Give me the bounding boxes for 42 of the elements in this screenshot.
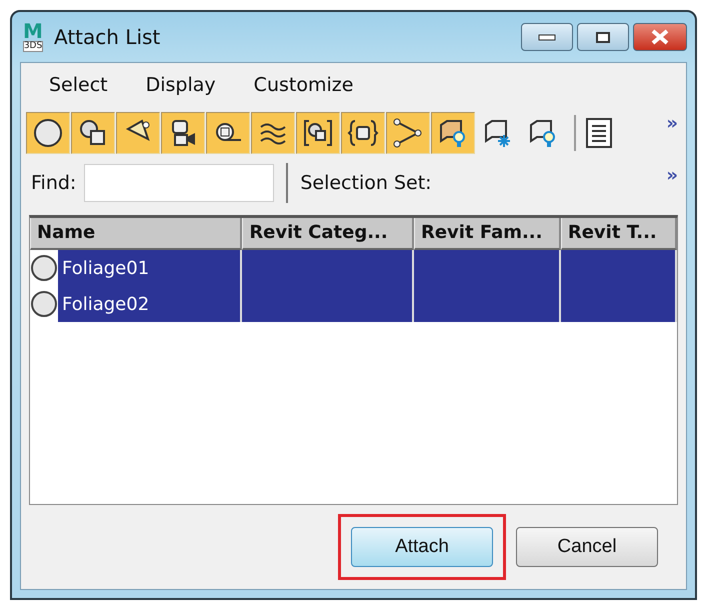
overflow-chevron[interactable]: »: [666, 165, 678, 186]
attach-button[interactable]: Attach: [351, 527, 493, 567]
filter-toggle-button[interactable]: [386, 112, 430, 154]
filter-toggle-button[interactable]: [251, 112, 295, 154]
table-cell[interactable]: [414, 250, 561, 286]
window-title: Attach List: [54, 25, 160, 49]
braces-icon: [347, 117, 379, 149]
filter-toggle-button[interactable]: [341, 112, 385, 154]
close-icon: [650, 29, 670, 45]
table-cell[interactable]: [414, 286, 561, 322]
sphere-icon: [30, 290, 58, 318]
menu-item[interactable]: Select: [49, 74, 108, 96]
find-label: Find:: [31, 172, 76, 194]
filter-toggle-button[interactable]: [161, 112, 205, 154]
document-lines-icon[interactable]: [585, 117, 613, 149]
table-cell[interactable]: [560, 286, 677, 322]
filter-toggle-button[interactable]: [116, 112, 160, 154]
find-field[interactable]: [84, 164, 274, 202]
branch-icon: [392, 117, 424, 149]
selection-set-label: Selection Set:: [300, 172, 432, 194]
minimize-icon: [538, 33, 556, 41]
menu-item[interactable]: Customize: [254, 74, 354, 96]
table-cell[interactable]: [242, 286, 414, 322]
filter-toggle-button[interactable]: [26, 112, 70, 154]
cancel-button[interactable]: Cancel: [516, 527, 658, 567]
table-cell[interactable]: Foliage01: [58, 250, 240, 286]
maximize-button[interactable]: [577, 23, 629, 51]
sphere-icon: [32, 117, 64, 149]
table-cell[interactable]: Foliage02: [58, 286, 240, 322]
filter-toggle-button[interactable]: [206, 112, 250, 154]
sphere-icon: [30, 254, 58, 282]
table-cell[interactable]: [560, 250, 677, 286]
overflow-chevron[interactable]: »: [666, 113, 678, 134]
filter-toggle-button[interactable]: [296, 112, 340, 154]
menu-item[interactable]: Display: [146, 74, 216, 96]
filter-toggle-button[interactable]: [431, 112, 475, 154]
minimize-button[interactable]: [521, 23, 573, 51]
maximize-icon: [595, 31, 611, 43]
bracketed-squares-icon: [302, 117, 334, 149]
close-button[interactable]: [633, 23, 687, 51]
filter-toggle-button[interactable]: [71, 112, 115, 154]
table-cell[interactable]: [242, 250, 414, 286]
